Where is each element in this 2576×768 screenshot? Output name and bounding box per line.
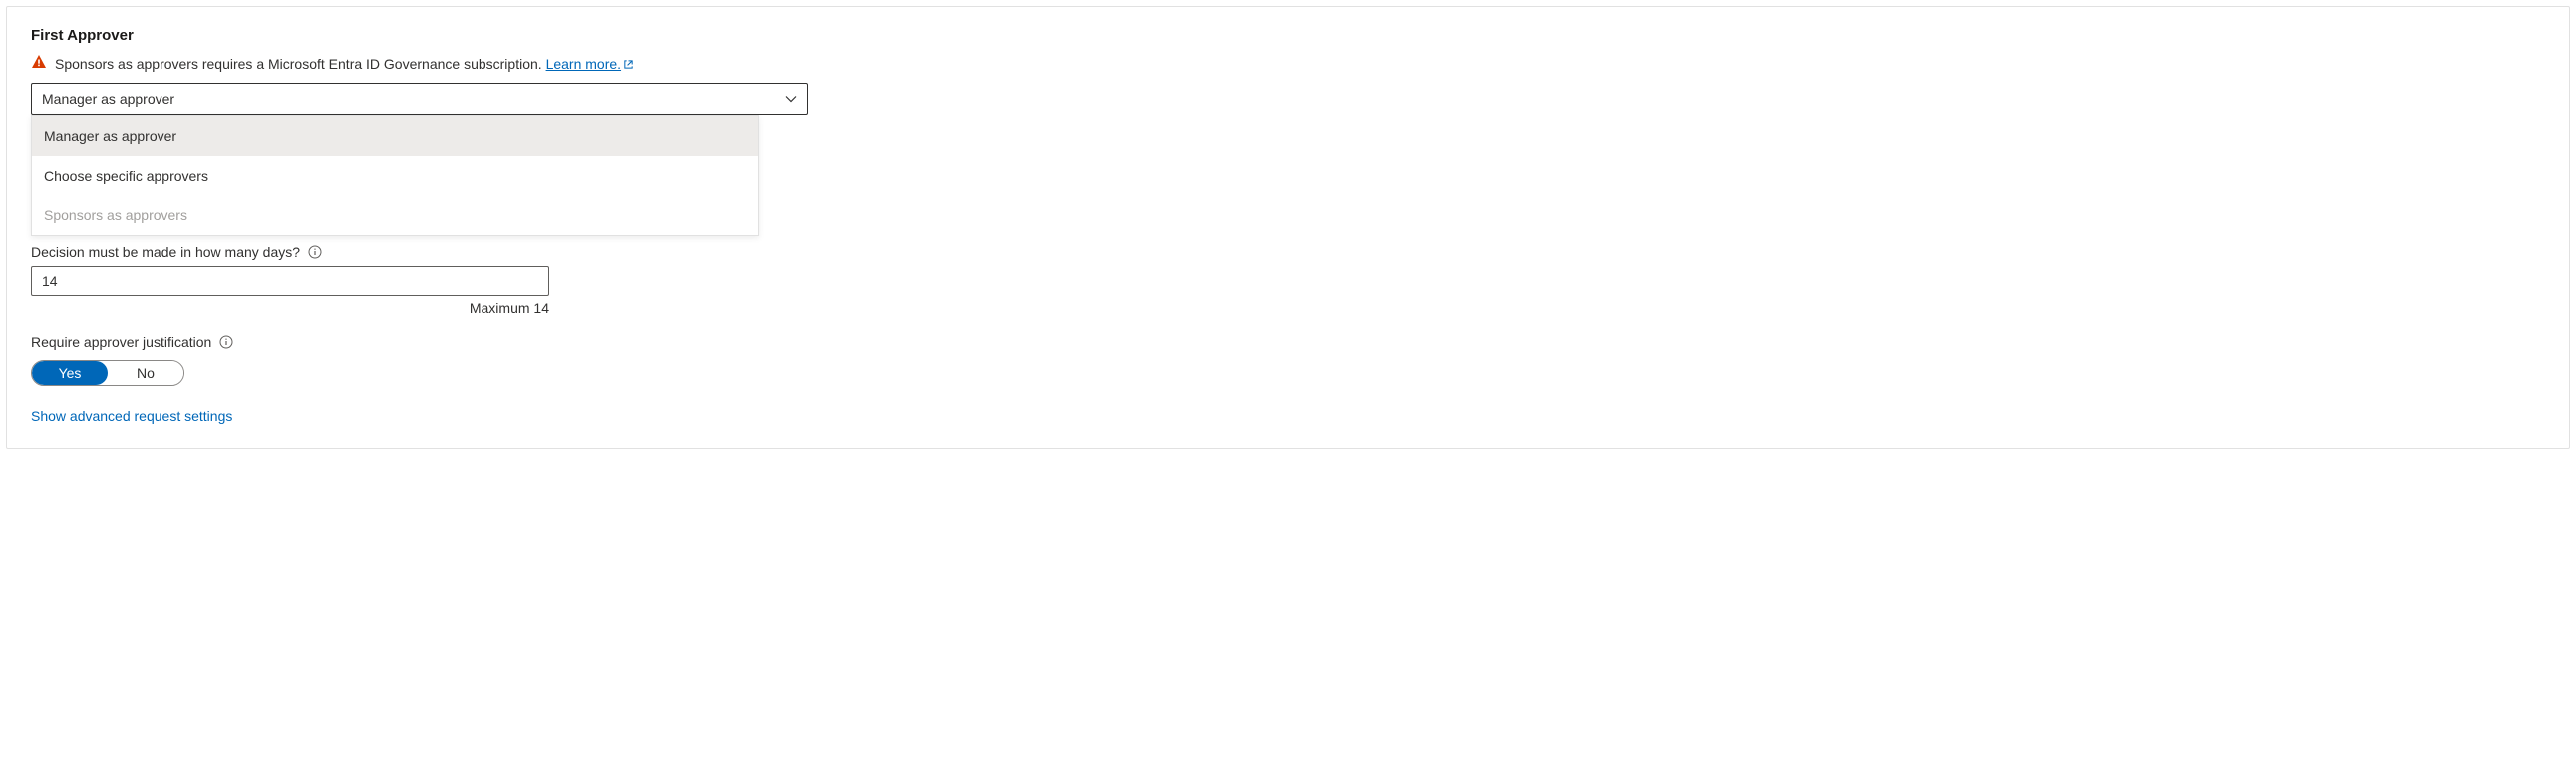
warning-icon [31, 54, 47, 73]
advanced-settings-row: Show advanced request settings [31, 408, 2545, 424]
justification-label: Require approver justification [31, 334, 211, 350]
decision-days-label: Decision must be made in how many days? [31, 244, 300, 260]
approver-dropdown-list: Manager as approver Choose specific appr… [31, 115, 759, 236]
dropdown-option-specific[interactable]: Choose specific approvers [32, 156, 758, 195]
approver-dropdown[interactable]: Manager as approver [31, 83, 808, 115]
justification-no[interactable]: No [108, 361, 183, 385]
dropdown-option-manager[interactable]: Manager as approver [32, 116, 758, 156]
decision-days-helper: Maximum 14 [31, 300, 549, 316]
subscription-warning-row: Sponsors as approvers requires a Microso… [31, 54, 2545, 73]
warning-text: Sponsors as approvers requires a Microso… [55, 56, 634, 72]
learn-more-link[interactable]: Learn more. [546, 56, 634, 72]
learn-more-label: Learn more. [546, 56, 621, 72]
justification-yes[interactable]: Yes [32, 361, 108, 385]
decision-days-label-row: Decision must be made in how many days? [31, 244, 2545, 260]
first-approver-panel: First Approver Sponsors as approvers req… [6, 6, 2570, 449]
approver-dropdown-value: Manager as approver [42, 91, 174, 107]
external-link-icon [623, 59, 634, 70]
show-advanced-link[interactable]: Show advanced request settings [31, 408, 232, 424]
dropdown-option-sponsors: Sponsors as approvers [32, 195, 758, 235]
section-title: First Approver [31, 27, 2545, 44]
justification-toggle: Yes No [31, 360, 184, 386]
info-icon[interactable] [219, 335, 233, 349]
justification-label-row: Require approver justification [31, 334, 2545, 350]
decision-days-input[interactable] [31, 266, 549, 296]
info-icon[interactable] [308, 245, 322, 259]
approver-dropdown-wrap: Manager as approver Manager as approver … [31, 83, 808, 115]
warning-text-content: Sponsors as approvers requires a Microso… [55, 56, 546, 72]
chevron-down-icon [784, 92, 798, 106]
